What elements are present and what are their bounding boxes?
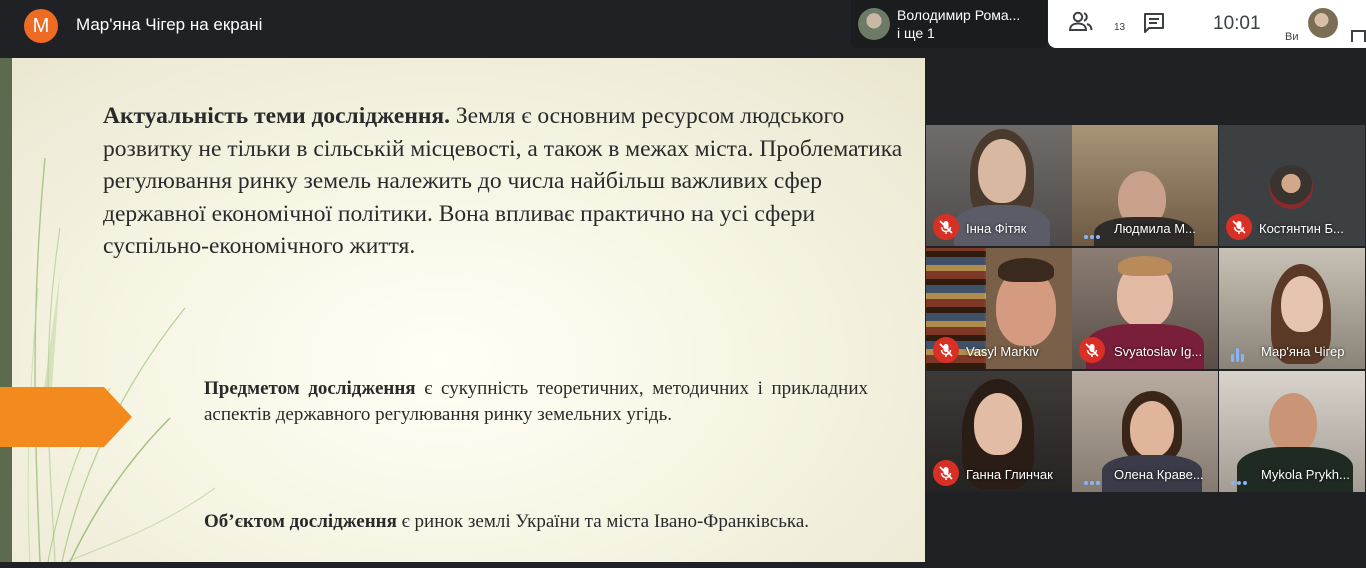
participant-tile[interactable]: Vasyl Markiv bbox=[926, 248, 1072, 369]
slide-paragraph-subject: Предметом дослідження є сукупність теоре… bbox=[204, 376, 868, 428]
pinned-name: Володимир Рома... bbox=[897, 7, 1021, 23]
mic-off-icon bbox=[933, 337, 959, 363]
video-hair bbox=[1118, 256, 1172, 276]
participant-name: Людмила М... bbox=[1114, 221, 1196, 236]
mic-off-icon bbox=[933, 460, 959, 486]
presenter-title: Мар'яна Чігер на екрані bbox=[76, 15, 263, 34]
participant-tile[interactable]: Ганна Глинчак bbox=[926, 371, 1072, 492]
video-face bbox=[1269, 393, 1317, 453]
meet-window: { "header": { "presenter_initial": "M", … bbox=[0, 0, 1366, 568]
participant-avatar bbox=[1269, 165, 1313, 209]
speaking-dots-icon bbox=[1231, 472, 1251, 485]
slide-paragraph-relevance: Актуальність теми дослідження. Земля є о… bbox=[103, 100, 903, 263]
pinned-avatar bbox=[858, 8, 890, 40]
speaking-indicator-icon bbox=[1231, 344, 1247, 362]
presentation-slide: Актуальність теми дослідження. Земля є о… bbox=[0, 58, 925, 562]
participant-tile[interactable]: Мар'яна Чігер bbox=[1219, 248, 1365, 369]
orange-arrow-tab bbox=[0, 387, 132, 447]
participant-tile[interactable]: Людмила М... bbox=[1072, 125, 1218, 246]
video-face bbox=[1130, 401, 1174, 457]
object-heading: Об’єктом дослідження bbox=[204, 511, 397, 532]
participant-name: Svyatoslav Ig... bbox=[1114, 344, 1203, 359]
people-button[interactable]: 13 bbox=[1068, 10, 1125, 38]
people-icon bbox=[1068, 11, 1093, 31]
participant-name: Інна Фітяк bbox=[966, 221, 1027, 236]
pinned-more: і ще 1 bbox=[897, 25, 935, 41]
participant-tile[interactable]: Олена Краве... bbox=[1072, 371, 1218, 492]
participant-name: Мар'яна Чігер bbox=[1261, 344, 1345, 359]
speaking-dots-icon bbox=[1084, 226, 1104, 239]
window-edge-icon bbox=[1351, 30, 1366, 42]
video-face bbox=[974, 393, 1022, 455]
participant-tile[interactable]: Svyatoslav Ig... bbox=[1072, 248, 1218, 369]
chat-button[interactable] bbox=[1143, 12, 1169, 36]
mic-off-icon bbox=[1226, 214, 1252, 240]
mic-off-icon bbox=[933, 214, 959, 240]
relevance-heading: Актуальність теми дослідження. bbox=[103, 103, 450, 129]
pinned-participants-card[interactable]: Володимир Рома... і ще 1 bbox=[851, 0, 1047, 48]
slide-paragraph-object: Об’єктом дослідження є ринок землі Украї… bbox=[204, 508, 868, 535]
speaking-dots-icon bbox=[1084, 472, 1104, 485]
participant-name: Mykola Prykh... bbox=[1261, 467, 1350, 482]
video-face bbox=[978, 139, 1026, 203]
participant-name: Vasyl Markiv bbox=[966, 344, 1039, 359]
meeting-controls: 13 10:01 Ви bbox=[1048, 0, 1366, 48]
participant-name: Ганна Глинчак bbox=[966, 467, 1053, 482]
participant-tile[interactable]: Mykola Prykh... bbox=[1219, 371, 1365, 492]
video-face bbox=[1281, 276, 1323, 332]
subject-heading: Предметом дослідження bbox=[204, 378, 416, 399]
self-avatar[interactable] bbox=[1308, 8, 1338, 38]
presenter-avatar: M bbox=[24, 9, 58, 43]
video-hair bbox=[998, 258, 1054, 282]
mic-off-icon bbox=[1079, 337, 1105, 363]
participant-tile[interactable]: Інна Фітяк bbox=[926, 125, 1072, 246]
clock: 10:01 bbox=[1213, 13, 1261, 34]
top-bar: M Мар'яна Чігер на екрані Володимир Рома… bbox=[0, 0, 1366, 50]
participant-name: Олена Краве... bbox=[1114, 467, 1204, 482]
people-count: 13 bbox=[1114, 22, 1126, 33]
participant-tile[interactable]: Костянтин Б... bbox=[1219, 125, 1365, 246]
object-text: є ринок землі України та міста Івано-Фра… bbox=[396, 511, 810, 532]
self-label: Ви bbox=[1285, 31, 1299, 43]
chat-icon bbox=[1144, 13, 1164, 33]
participant-name: Костянтин Б... bbox=[1259, 221, 1344, 236]
